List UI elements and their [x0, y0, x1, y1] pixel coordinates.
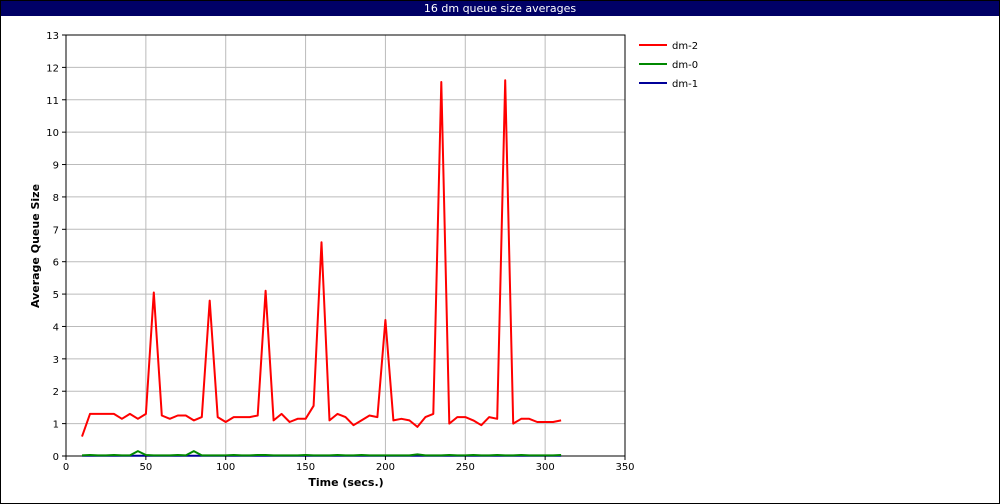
y-tick-label: 12 [46, 63, 59, 74]
x-tick-label: 50 [139, 462, 152, 473]
legend-label-dm-2: dm-2 [672, 41, 698, 52]
y-tick-label: 7 [53, 225, 59, 236]
y-tick-label: 0 [53, 452, 59, 463]
y-tick-label: 6 [53, 258, 59, 269]
y-tick-label: 9 [53, 161, 59, 172]
y-tick-label: 10 [46, 128, 59, 139]
x-tick-label: 200 [376, 462, 395, 473]
y-axis: 012345678910111213 [46, 31, 66, 463]
y-axis-label: Average Queue Size [29, 184, 42, 308]
x-tick-label: 250 [456, 462, 475, 473]
y-tick-label: 4 [53, 322, 59, 333]
x-tick-label: 100 [216, 462, 235, 473]
chart-window: 16 dm queue size averages 0 50 100 150 200 25… [0, 0, 1000, 504]
series-lines [81, 79, 562, 457]
series-line-dm-0 [81, 450, 562, 457]
y-tick-label: 5 [53, 290, 59, 301]
x-axis: 0 50 100 150 200 250 300 350 [63, 456, 635, 473]
y-tick-label: 11 [46, 96, 59, 107]
legend: dm-2 dm-0 dm-1 [639, 41, 698, 90]
y-tick-label: 13 [46, 31, 59, 42]
x-tick-label: 0 [63, 462, 69, 473]
y-tick-label: 2 [53, 387, 59, 398]
legend-label-dm-1: dm-1 [672, 79, 698, 90]
plot-area [65, 34, 626, 457]
y-tick-label: 8 [53, 193, 59, 204]
grid-lines [65, 34, 626, 457]
x-tick-label: 150 [296, 462, 315, 473]
series-line-dm-2 [81, 79, 562, 437]
line-chart: 0 50 100 150 200 250 300 350 012345678910111213… [29, 31, 698, 489]
x-tick-label: 350 [615, 462, 634, 473]
legend-label-dm-0: dm-0 [672, 60, 698, 71]
y-tick-label: 3 [53, 355, 59, 366]
plot-frame [65, 34, 626, 457]
x-tick-label: 300 [536, 462, 555, 473]
y-tick-label: 1 [53, 420, 59, 431]
x-axis-label: Time (secs.) [308, 476, 383, 489]
